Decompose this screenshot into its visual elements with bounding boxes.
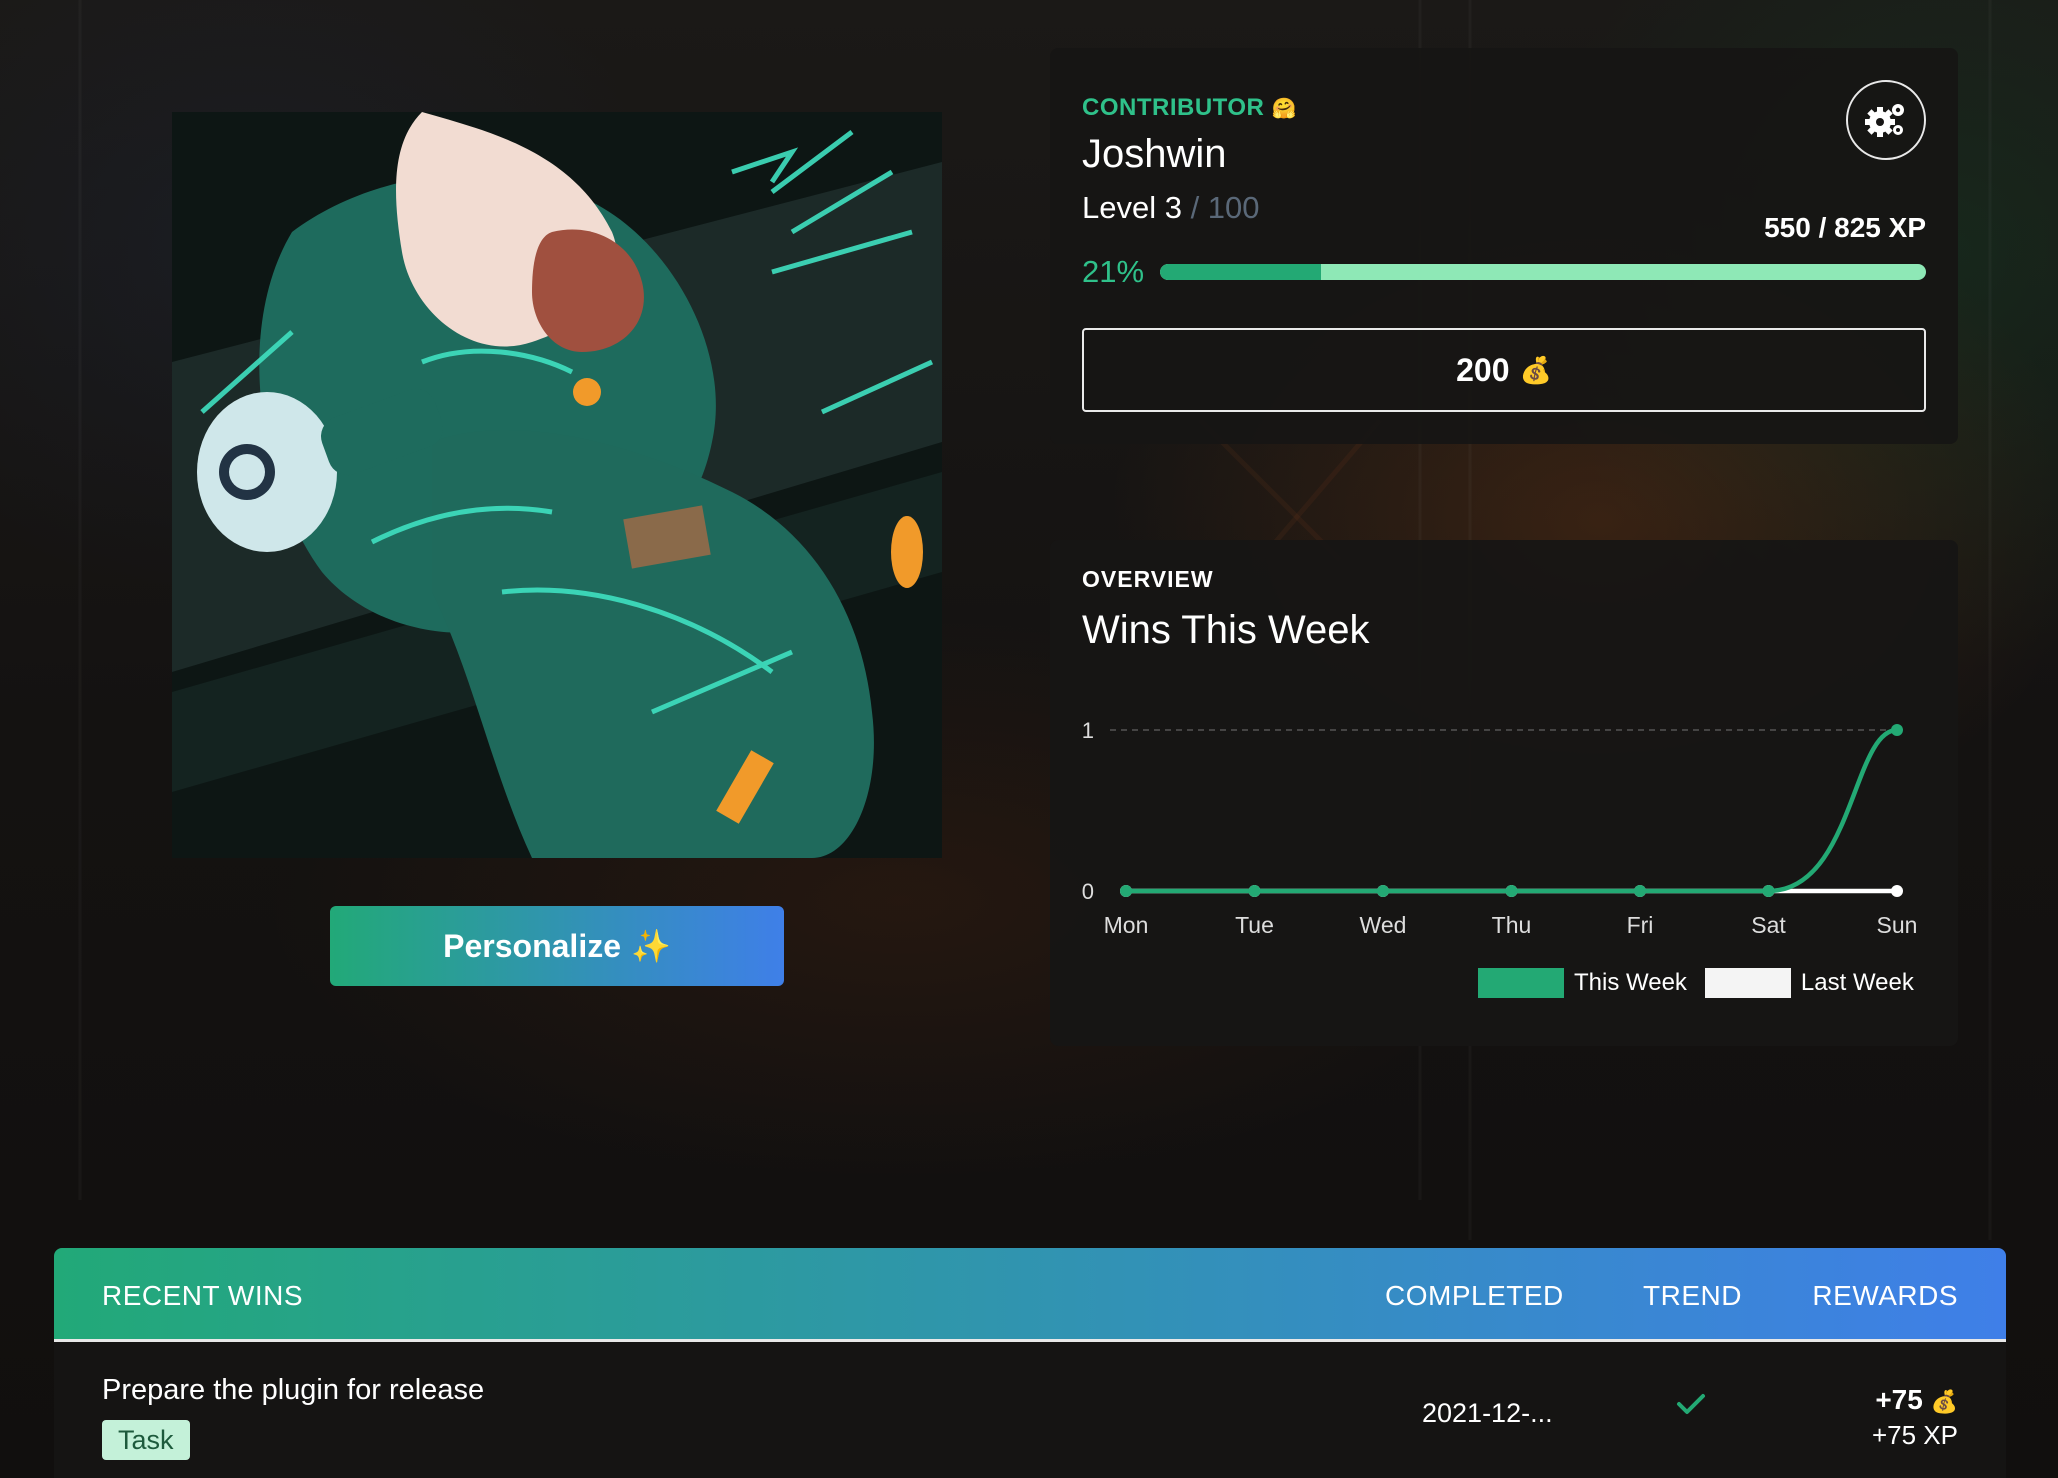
hugging-face-icon: 🤗 bbox=[1271, 98, 1297, 120]
money-bag-icon: 💰 bbox=[1519, 354, 1552, 385]
personalize-label: Personalize bbox=[443, 927, 621, 964]
header-completed: COMPLETED bbox=[1385, 1280, 1564, 1311]
header-trend: TREND bbox=[1643, 1280, 1742, 1311]
data-point-this-week bbox=[1120, 885, 1132, 897]
header-rewards: REWARDS bbox=[1812, 1280, 1958, 1311]
header-recent-wins: RECENT WINS bbox=[102, 1280, 303, 1311]
x-tick-label: Fri bbox=[1627, 912, 1654, 938]
x-tick-label: Wed bbox=[1360, 912, 1407, 938]
progress-percent: 21% bbox=[1082, 254, 1145, 289]
gears-icon bbox=[1865, 104, 1904, 137]
data-point-this-week bbox=[1634, 885, 1646, 897]
data-point-this-week bbox=[1377, 885, 1389, 897]
role-badge: CONTRIBUTOR 🤗 bbox=[1082, 94, 1297, 122]
avatar-image bbox=[172, 112, 942, 858]
recent-wins-header: RECENT WINS COMPLETED TREND REWARDS bbox=[54, 1248, 2006, 1342]
task-title: Prepare the plugin for release bbox=[102, 1374, 485, 1406]
data-point-this-week bbox=[1762, 885, 1775, 897]
overview-label: OVERVIEW bbox=[1082, 566, 1214, 592]
legend-swatch-this-week bbox=[1478, 968, 1564, 998]
data-point-this-week bbox=[1248, 885, 1261, 897]
username: Joshwin bbox=[1082, 132, 1227, 176]
reward-coins-value: +75 bbox=[1875, 1384, 1923, 1415]
data-point-this-week bbox=[1505, 885, 1518, 897]
legend-item-last-week[interactable]: Last Week bbox=[1704, 968, 1914, 998]
x-tick-label: Sun bbox=[1877, 912, 1918, 938]
level-text: Level 3 bbox=[1082, 190, 1182, 225]
xp-progress-fill bbox=[1160, 264, 1321, 280]
overview-card: 0 1 Mon Tue Wed Thu Fri Sat Sun OVERVIEW Wins Th… bbox=[1050, 540, 1958, 1046]
money-bag-icon: 💰 bbox=[1930, 1389, 1958, 1414]
personalize-button[interactable]: Personalize ✨ bbox=[330, 906, 784, 986]
xp-text: 550 / 825 XP bbox=[1764, 212, 1926, 243]
coins-value: 200 bbox=[1456, 351, 1510, 388]
legend-swatch-last-week bbox=[1704, 968, 1791, 998]
legend-item-this-week[interactable]: This Week bbox=[1478, 968, 1687, 998]
level-max: / 100 bbox=[1181, 190, 1260, 225]
check-icon bbox=[1677, 1394, 1705, 1414]
x-tick-label: Sat bbox=[1751, 912, 1786, 938]
data-point-this-week bbox=[1891, 724, 1903, 736]
coins-balance: 200 💰 bbox=[1082, 328, 1926, 412]
legend-label-last-week: Last Week bbox=[1800, 969, 1914, 996]
table-row[interactable]: Prepare the plugin for release Task 2021… bbox=[54, 1342, 2006, 1478]
task-tag: Task bbox=[102, 1420, 190, 1460]
x-tick-label: Thu bbox=[1492, 912, 1532, 938]
x-tick-label: Tue bbox=[1235, 912, 1274, 938]
series-line-this-week bbox=[1125, 727, 1898, 894]
profile-card: CONTRIBUTOR 🤗 Joshwin Level 3 / 100 550 … bbox=[1050, 48, 1958, 444]
legend-label-this-week: This Week bbox=[1574, 969, 1687, 996]
task-rewards: +75 💰 +75 XP bbox=[1872, 1384, 1958, 1451]
x-tick-label: Mon bbox=[1104, 912, 1149, 938]
task-completed-date: 2021-12-... bbox=[1422, 1398, 1553, 1428]
level-display: Level 3 / 100 bbox=[1082, 190, 1260, 226]
overview-title: Wins This Week bbox=[1082, 608, 1370, 652]
reward-coins: +75 💰 bbox=[1872, 1384, 1958, 1416]
sparkles-icon: ✨ bbox=[631, 928, 671, 964]
settings-button[interactable] bbox=[1846, 80, 1926, 160]
reward-xp: +75 XP bbox=[1871, 1420, 1958, 1450]
xp-progress-bar bbox=[1160, 264, 1926, 280]
y-tick-label: 0 bbox=[1082, 879, 1094, 904]
role-label: CONTRIBUTOR bbox=[1082, 94, 1265, 121]
y-tick-label: 1 bbox=[1082, 718, 1094, 743]
data-point-last-week bbox=[1891, 885, 1903, 897]
chart-legend: This Week Last Week bbox=[1478, 968, 1932, 998]
